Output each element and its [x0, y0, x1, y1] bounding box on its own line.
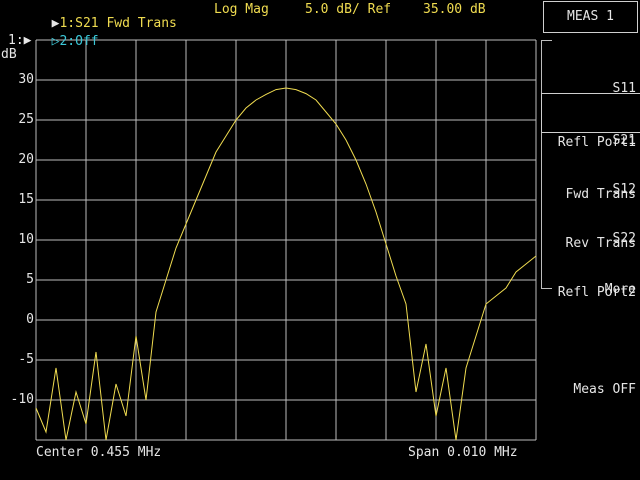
y-tick-label: -5 — [18, 352, 34, 367]
y-tick-label: 10 — [18, 232, 34, 247]
softkey-s21[interactable]: S21 Fwd Trans — [541, 93, 640, 202]
y-tick-label: 30 — [18, 72, 34, 87]
softkey-meas-off-label: Meas OFF — [573, 382, 636, 397]
y-tick-label: 20 — [18, 152, 34, 167]
graticule — [35, 39, 537, 441]
trace-2-header: ▷2:Off — [36, 21, 99, 49]
softkey-more-label: More — [604, 282, 636, 297]
trace-2-label: 2:Off — [59, 34, 99, 49]
y-tick-label: 5 — [26, 272, 34, 287]
format-label: Log Mag — [214, 2, 269, 17]
y-tick-label: -10 — [10, 392, 34, 407]
y-tick-label: 15 — [18, 192, 34, 207]
reference-marker: 1:▶ — [8, 33, 32, 48]
meas-1-menu-title: MEAS 1 — [543, 1, 638, 33]
softkey-meas-off[interactable]: Meas OFF — [541, 345, 636, 417]
ref-value-label: 35.00 dB — [423, 2, 486, 17]
softkey-more[interactable]: More — [541, 245, 636, 317]
scale-label: 5.0 dB/ Ref — [305, 2, 392, 17]
y-tick-label: 25 — [18, 112, 34, 127]
span-frequency[interactable]: Span 0.010 MHz — [408, 446, 518, 460]
y-axis-unit: dB — [1, 47, 17, 62]
center-frequency[interactable]: Center 0.455 MHz — [36, 446, 161, 460]
y-tick-label: 0 — [26, 312, 34, 327]
